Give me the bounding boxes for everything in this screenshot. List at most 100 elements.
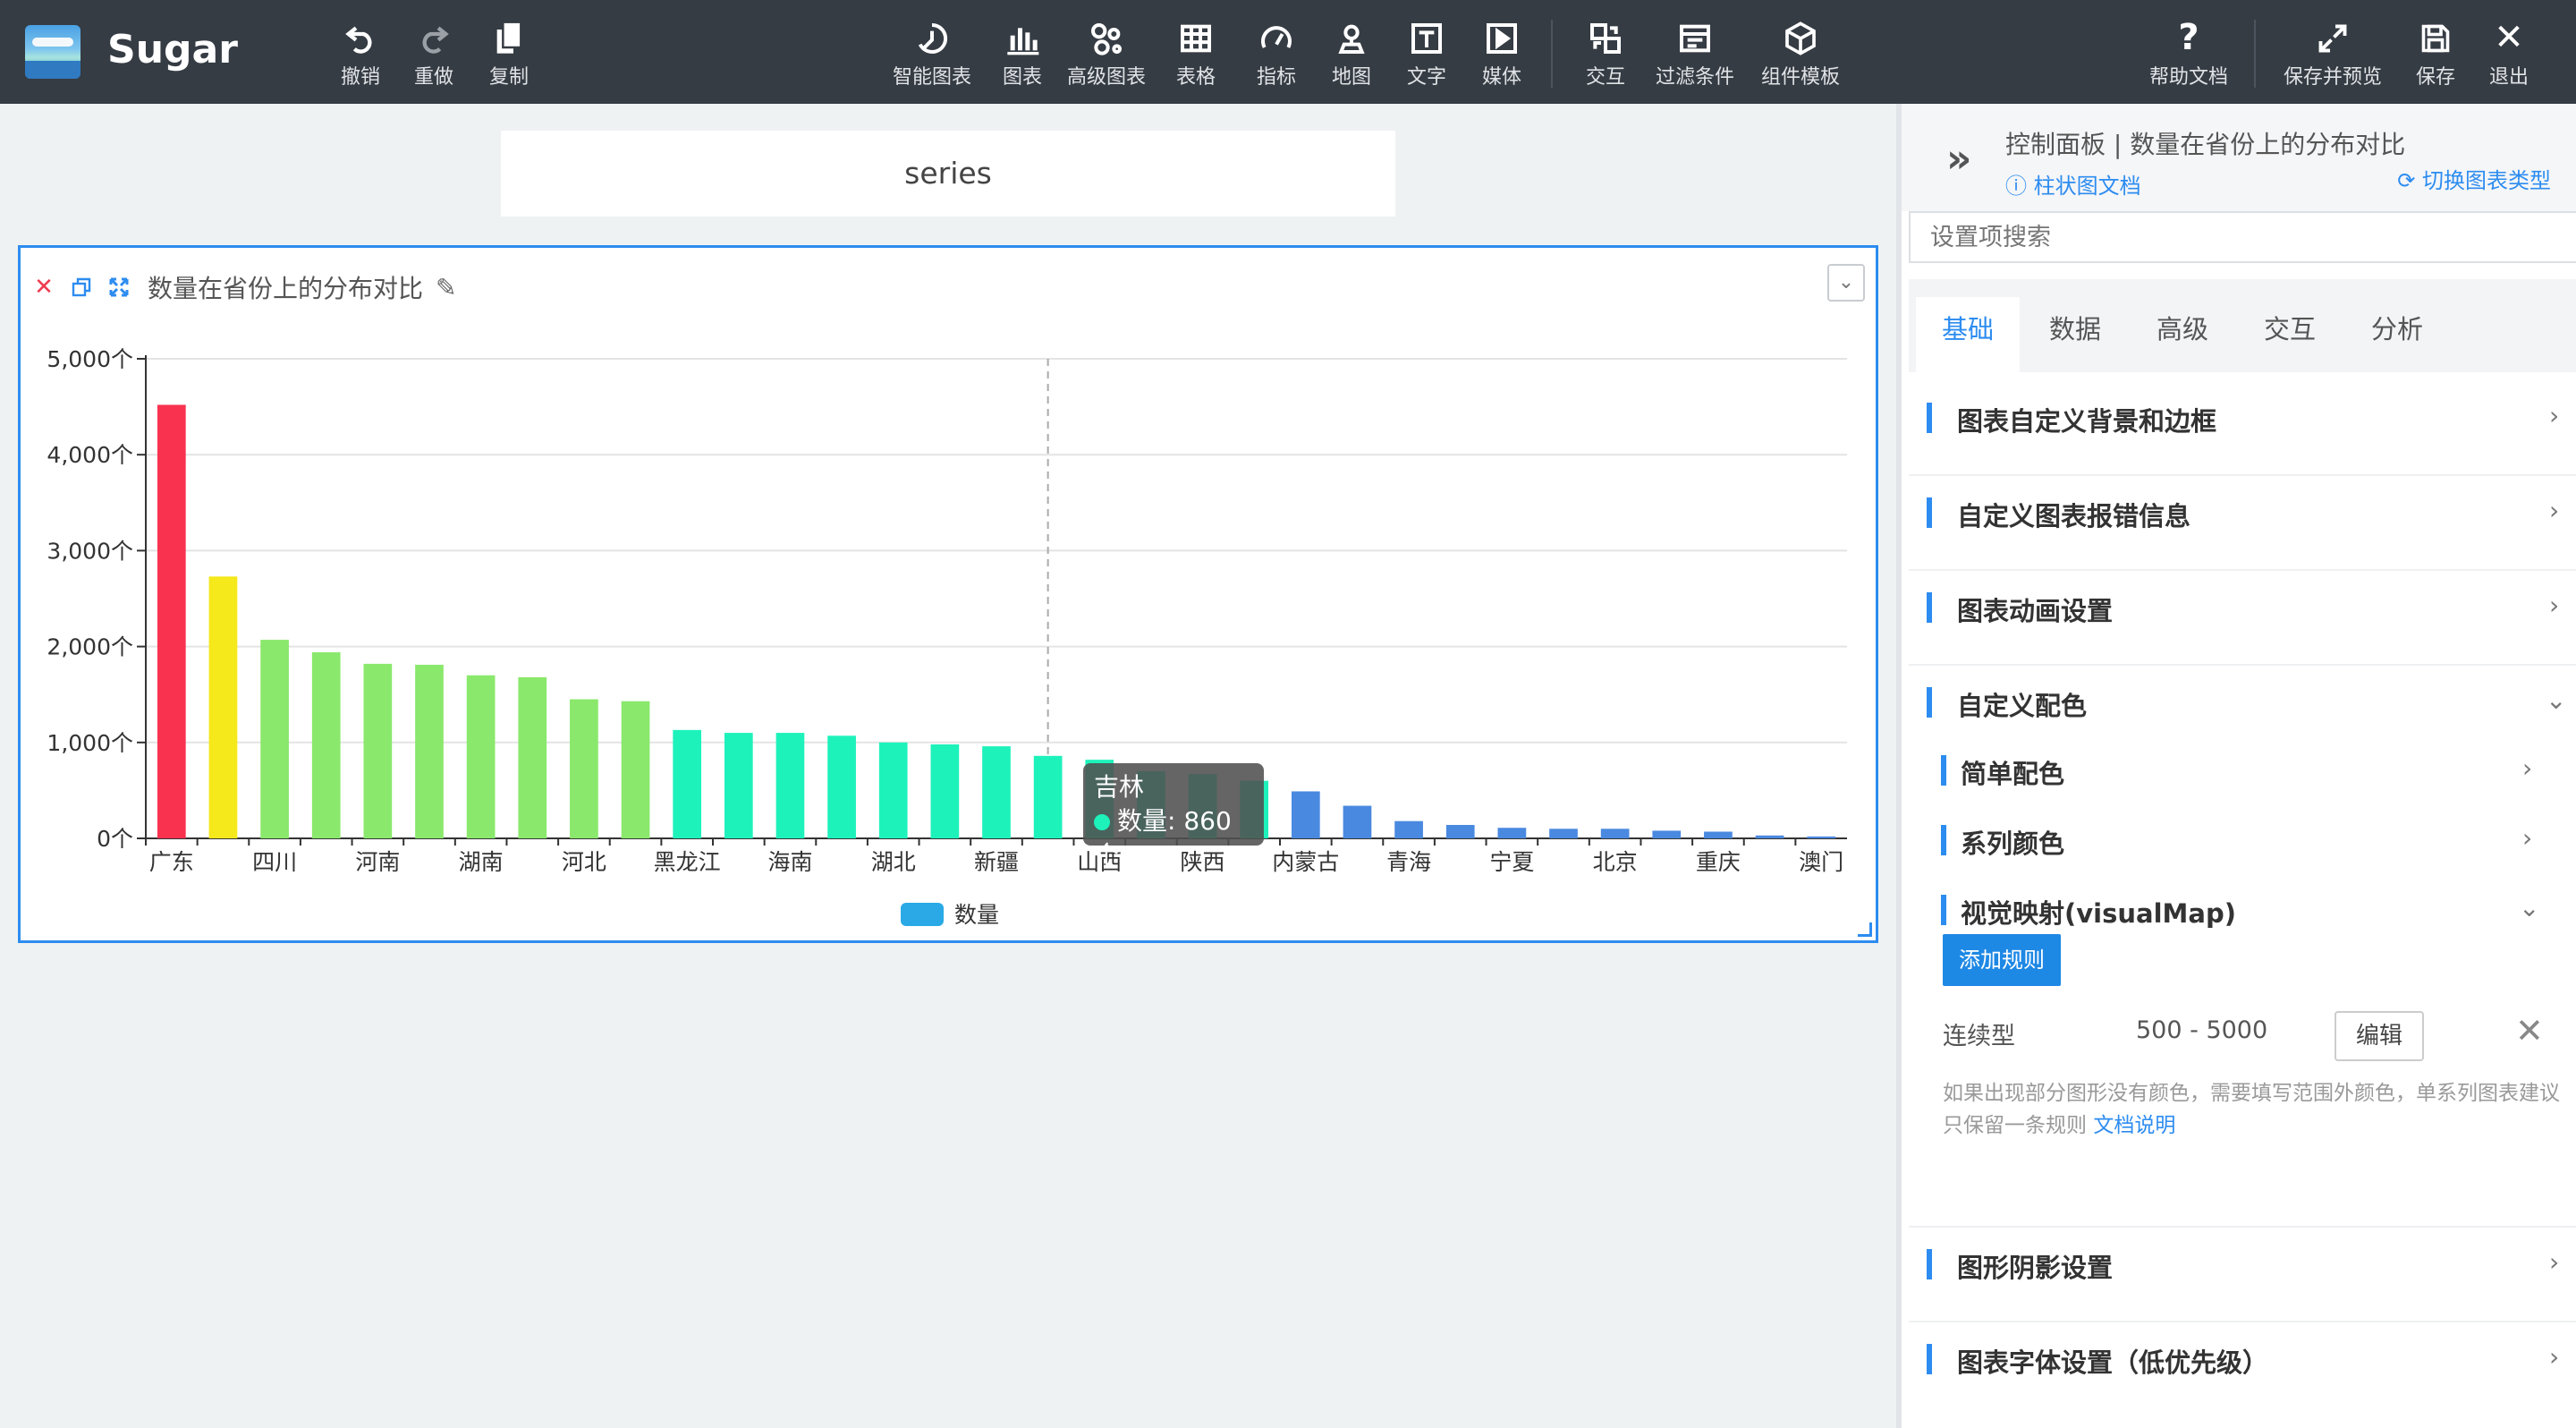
duplicate-icon[interactable] xyxy=(69,275,94,300)
section-font-settings[interactable]: 图表字体设置（低优先级） › xyxy=(1927,1342,2571,1378)
tab-data[interactable]: 数据 xyxy=(2023,297,2127,372)
bar xyxy=(1033,755,1063,838)
x-tick-label: 广东 xyxy=(149,849,194,875)
tab-analysis[interactable]: 分析 xyxy=(2345,297,2449,372)
rule-range: 500 - 5000 xyxy=(2136,1016,2268,1044)
chevron-down-icon[interactable]: ⌄ xyxy=(1827,264,1865,302)
toolbar-divider xyxy=(1551,20,1553,88)
smart-chart-icon xyxy=(883,16,981,59)
help-doc-button[interactable]: ? 帮助文档 xyxy=(2140,16,2238,93)
chart-card[interactable]: 0个 1,000个 2,000个 3,000个 4,000个 5,000个 广东 四川 河南 湖南… xyxy=(18,245,1878,943)
x-tick-label: 青海 xyxy=(1386,849,1431,875)
save-preview-button[interactable]: 保存并预览 xyxy=(2272,16,2394,93)
bar xyxy=(930,744,960,838)
refresh-icon: ⟳ xyxy=(2397,168,2422,193)
advanced-chart-icon xyxy=(1057,16,1156,59)
chevron-right-icon: › xyxy=(2549,1342,2560,1372)
series-title-component[interactable]: series xyxy=(501,131,1395,217)
template-button[interactable]: 组件模板 xyxy=(1751,16,1850,93)
bar xyxy=(1343,805,1372,838)
bar xyxy=(1600,829,1630,838)
app-name: Sugar xyxy=(107,27,238,72)
bar xyxy=(1291,791,1320,838)
toolbar-divider xyxy=(2254,20,2256,88)
advanced-chart-button[interactable]: 高级图表 xyxy=(1057,16,1156,93)
section-animation[interactable]: 图表动画设置 › xyxy=(1927,591,2571,626)
x-tick-label: 新疆 xyxy=(974,849,1019,875)
section-visual-map[interactable]: 视觉映射(visualMap) ⌄ xyxy=(1941,893,2549,929)
close-icon[interactable]: ✕ xyxy=(2515,1011,2544,1050)
tooltip-series: 数量 xyxy=(1117,806,1168,836)
chevron-right-icon: › xyxy=(2549,496,2560,525)
x-tick-label: 海南 xyxy=(767,849,812,875)
settings-search-input[interactable] xyxy=(1909,211,2576,263)
filter-icon xyxy=(1646,16,1744,59)
chevron-right-icon: › xyxy=(2549,591,2560,620)
delete-icon[interactable]: ✕ xyxy=(31,275,56,300)
help-icon: ? xyxy=(2178,17,2199,58)
card-header: ✕ 数量在省份上的分布对比 ✎ xyxy=(31,269,456,305)
chevron-down-icon: ⌄ xyxy=(2519,893,2540,922)
tab-advanced[interactable]: 高级 xyxy=(2131,297,2234,372)
bar xyxy=(466,675,496,838)
chart-tooltip: 吉林 数量: 860个 xyxy=(1083,763,1264,870)
bar xyxy=(1394,820,1423,838)
bar-chart-doc-link[interactable]: ⓘ 柱状图文档 xyxy=(2005,168,2141,200)
section-error-message[interactable]: 自定义图表报错信息 › xyxy=(1927,496,2571,531)
tab-interaction[interactable]: 交互 xyxy=(2238,297,2342,372)
x-tick-label: 北京 xyxy=(1593,849,1638,875)
section-simple-colors[interactable]: 简单配色 › xyxy=(1941,753,2549,789)
tab-basic[interactable]: 基础 xyxy=(1916,297,2020,372)
bar xyxy=(570,699,598,838)
bar xyxy=(827,735,856,838)
x-tick-label: 湖南 xyxy=(459,849,504,875)
fullscreen-icon[interactable] xyxy=(106,275,131,300)
collapse-panel-icon[interactable]: » xyxy=(1946,136,1971,182)
bar xyxy=(260,640,289,838)
media-icon xyxy=(1453,16,1551,59)
bar xyxy=(311,652,341,838)
copy-button[interactable]: 复制 xyxy=(460,16,558,93)
bar xyxy=(1755,835,1784,838)
bar xyxy=(724,733,753,838)
bar xyxy=(1549,829,1578,838)
edit-rule-button[interactable]: 编辑 xyxy=(2334,1011,2424,1061)
y-tick-label: 4,000个 xyxy=(47,442,133,468)
tooltip-dot xyxy=(1094,814,1110,830)
add-rule-button[interactable]: 添加规则 xyxy=(1943,934,2061,986)
control-panel: » 控制面板 | 数量在省份上的分布对比 ⓘ 柱状图文档 ⟳ 切换图表类型 基础… xyxy=(1896,104,2576,1428)
exit-button[interactable]: ✕ 退出 xyxy=(2460,16,2558,93)
interaction-button[interactable]: 交互 xyxy=(1556,16,1655,93)
x-tick-label: 澳门 xyxy=(1799,849,1843,875)
chevron-right-icon: › xyxy=(2522,823,2533,853)
copy-icon xyxy=(460,16,558,59)
x-tick-label: 四川 xyxy=(252,849,297,875)
chevron-down-icon: ⌄ xyxy=(2546,685,2567,715)
bar xyxy=(1704,831,1733,838)
section-shape-shadow[interactable]: 图形阴影设置 › xyxy=(1927,1247,2571,1283)
tooltip-row: 数量: 860个 xyxy=(1094,806,1232,870)
rule-type: 连续型 xyxy=(1943,1023,2015,1050)
doc-explain-link[interactable]: 文档说明 xyxy=(2093,1114,2175,1137)
media-button[interactable]: 媒体 xyxy=(1453,16,1551,93)
section-background-border[interactable]: 图表自定义背景和边框 › xyxy=(1927,401,2571,437)
chevron-right-icon: › xyxy=(2522,753,2533,783)
edit-title-icon[interactable]: ✎ xyxy=(436,273,456,302)
x-tick-label: 重庆 xyxy=(1696,849,1741,875)
rule-note: 如果出现部分图形没有颜色，需要填写范围外颜色，单系列图表建议只保留一条规则 文档… xyxy=(1943,1082,2560,1137)
smart-chart-button[interactable]: 智能图表 xyxy=(883,16,981,93)
switch-chart-type-link[interactable]: ⟳ 切换图表类型 xyxy=(2397,163,2551,194)
legend-label: 数量 xyxy=(954,902,999,928)
x-tick-label: 河南 xyxy=(355,849,400,875)
bar xyxy=(1445,824,1475,838)
chart-title: 数量在省份上的分布对比 xyxy=(148,274,424,303)
x-tick-label: 宁夏 xyxy=(1489,849,1534,875)
resize-handle[interactable] xyxy=(1858,922,1872,937)
bar xyxy=(157,404,186,838)
interaction-icon xyxy=(1556,16,1655,59)
section-series-colors[interactable]: 系列颜色 › xyxy=(1941,823,2549,859)
section-custom-colors[interactable]: 自定义配色 ⌄ xyxy=(1927,685,2571,721)
template-icon xyxy=(1751,16,1850,59)
chevron-right-icon: › xyxy=(2549,401,2560,430)
filter-button[interactable]: 过滤条件 xyxy=(1646,16,1744,93)
